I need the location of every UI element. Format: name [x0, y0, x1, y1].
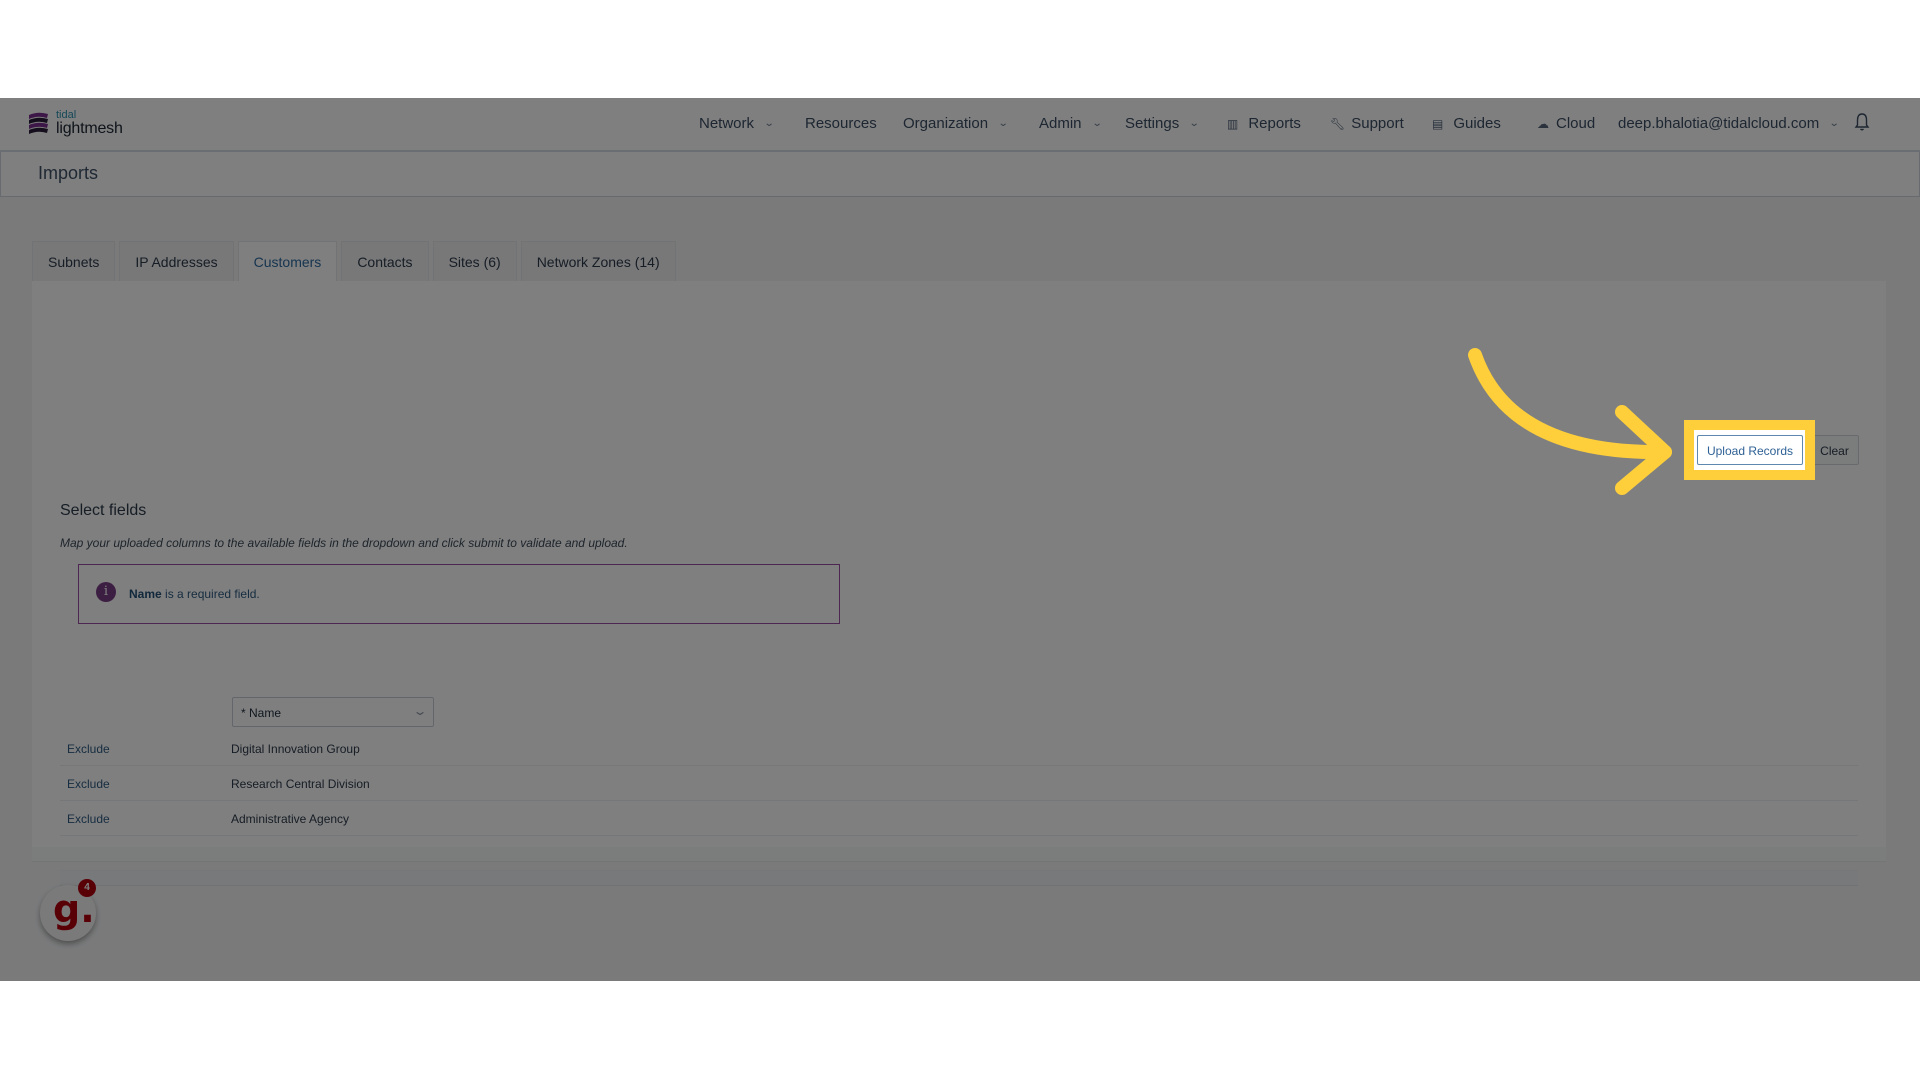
tab-subnets[interactable]: Subnets — [32, 241, 116, 281]
bell-icon[interactable] — [1854, 112, 1870, 132]
alert-field: Name — [129, 587, 162, 601]
book-icon: ▤ — [1432, 116, 1444, 131]
row-value: Administrative Agency — [231, 812, 350, 826]
section-description: Map your uploaded columns to the availab… — [60, 536, 628, 550]
import-tabs: Subnets IP Addresses Customers Contacts … — [32, 241, 680, 281]
user-menu[interactable]: deep.bhalotia@tidalcloud.com ⌄ — [1618, 115, 1840, 132]
app-window: tidal lightmesh Network ⌄ Resources Orga… — [0, 98, 1920, 981]
nav-organization[interactable]: Organization ⌄ — [903, 115, 1009, 132]
nav-support[interactable]: 🔧︎ Support — [1330, 115, 1404, 132]
field-mapping-select[interactable]: * Name ⌄ — [232, 697, 434, 727]
page-title: Imports — [38, 163, 99, 183]
table-row: Exclude Research Central Division — [60, 766, 1858, 801]
table-row: Exclude Administrative Agency — [60, 801, 1858, 836]
alert-message: Name is a required field. — [129, 587, 260, 601]
required-field-alert: i Name is a required field. — [78, 564, 840, 624]
notification-badge: 4 — [78, 879, 96, 897]
table-footer — [60, 871, 1858, 886]
tab-network-zones[interactable]: Network Zones (14) — [520, 241, 676, 281]
chevron-down-icon: ⌄ — [1188, 118, 1200, 129]
nav-resources[interactable]: Resources — [805, 115, 877, 132]
wrench-icon: 🔧︎ — [1330, 116, 1346, 131]
nav-settings[interactable]: Settings ⌄ — [1125, 115, 1200, 132]
exclude-link[interactable]: Exclude — [67, 742, 110, 756]
import-rows: Exclude Digital Innovation Group Exclude… — [60, 731, 1858, 886]
tab-contacts[interactable]: Contacts — [341, 241, 429, 281]
nav-guides[interactable]: ▤ Guides — [1432, 115, 1501, 132]
cloud-icon: ☁︎ — [1537, 116, 1549, 131]
nav-admin[interactable]: Admin ⌄ — [1039, 115, 1103, 132]
chevron-down-icon: ⌄ — [763, 118, 775, 129]
info-icon: i — [96, 582, 116, 602]
row-value: Digital Innovation Group — [231, 742, 360, 756]
tab-sites[interactable]: Sites (6) — [432, 241, 517, 281]
nav-network[interactable]: Network ⌄ — [699, 115, 775, 132]
nav-reports[interactable]: ▥ Reports — [1227, 115, 1301, 132]
help-widget[interactable]: g. 4 — [40, 879, 96, 941]
clear-button[interactable]: Clear — [1810, 435, 1859, 465]
page-header: Imports — [0, 152, 1920, 197]
chevron-down-icon: ⌄ — [1091, 118, 1103, 129]
exclude-link[interactable]: Exclude — [67, 812, 110, 826]
chevron-down-icon: ⌄ — [412, 704, 428, 718]
table-row: Exclude Digital Innovation Group — [60, 731, 1858, 766]
lightmesh-logo-icon — [29, 112, 48, 134]
brand-name: lightmesh — [56, 120, 123, 137]
tab-customers[interactable]: Customers — [237, 241, 338, 281]
card-footer-band — [32, 847, 1886, 862]
nav-cloud[interactable]: ☁︎ Cloud — [1537, 115, 1595, 132]
brand-logo[interactable]: tidal lightmesh — [26, 110, 123, 137]
tab-ip-addresses[interactable]: IP Addresses — [119, 241, 234, 281]
chevron-down-icon: ⌄ — [1828, 118, 1840, 129]
bar-chart-icon: ▥ — [1227, 116, 1239, 131]
section-title: Select fields — [60, 502, 147, 519]
top-navbar: tidal lightmesh Network ⌄ Resources Orga… — [0, 98, 1920, 152]
user-email: deep.bhalotia@tidalcloud.com — [1618, 115, 1820, 132]
upload-records-button[interactable]: Upload Records — [1697, 435, 1803, 465]
chevron-down-icon: ⌄ — [997, 118, 1009, 129]
field-select-value: * Name — [241, 706, 282, 720]
import-card: Select fields Map your uploaded columns … — [32, 281, 1886, 886]
exclude-link[interactable]: Exclude — [67, 777, 110, 791]
row-value: Research Central Division — [231, 777, 370, 791]
highlight-cutout: Upload Records — [1694, 430, 1805, 470]
